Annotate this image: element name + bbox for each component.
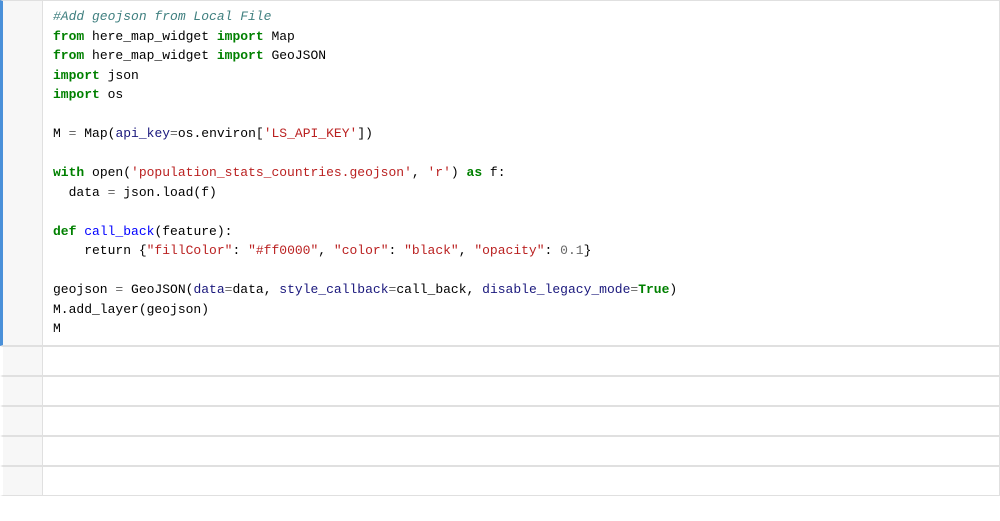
code-comment: #Add geojson from Local File bbox=[53, 9, 271, 24]
code-plain: data, bbox=[232, 282, 279, 297]
code-number: 0.1 bbox=[560, 243, 583, 258]
cell-body-3[interactable] bbox=[43, 377, 999, 405]
code-plain: open( bbox=[84, 165, 131, 180]
code-plain: here_map_widget bbox=[84, 48, 217, 63]
code-function: call_back bbox=[84, 224, 154, 239]
kw-import-1: import bbox=[217, 29, 264, 44]
code-plain: GeoJSON bbox=[264, 48, 326, 63]
code-string: "black" bbox=[404, 243, 459, 258]
code-cell-4[interactable] bbox=[0, 406, 1000, 436]
kw-from-1: from bbox=[53, 29, 84, 44]
code-plain: ) bbox=[451, 165, 467, 180]
code-string: 'r' bbox=[428, 165, 451, 180]
cell-body-1[interactable]: #Add geojson from Local File from here_m… bbox=[43, 1, 999, 345]
code-plain: M bbox=[53, 126, 69, 141]
code-cell-2[interactable] bbox=[0, 346, 1000, 376]
cell-gutter-5 bbox=[3, 437, 43, 465]
code-param: data bbox=[193, 282, 224, 297]
kw-import-4: import bbox=[53, 87, 100, 102]
cell-gutter-1 bbox=[3, 1, 43, 345]
code-plain: f: bbox=[482, 165, 505, 180]
cell-gutter-6 bbox=[3, 467, 43, 495]
code-plain: return { bbox=[53, 243, 147, 258]
notebook-container: #Add geojson from Local File from here_m… bbox=[0, 0, 1000, 521]
code-plain: geojson bbox=[53, 282, 115, 297]
code-operator: = bbox=[170, 126, 178, 141]
code-plain: ) bbox=[669, 282, 677, 297]
code-plain: : bbox=[232, 243, 248, 258]
code-cell-5[interactable] bbox=[0, 436, 1000, 466]
code-plain: , bbox=[459, 243, 475, 258]
code-string: "fillColor" bbox=[147, 243, 233, 258]
cell-body-5[interactable] bbox=[43, 437, 999, 465]
code-plain: os.environ[ bbox=[178, 126, 264, 141]
code-plain: (feature): bbox=[154, 224, 232, 239]
cell-body-6[interactable] bbox=[43, 467, 999, 495]
code-plain: , bbox=[318, 243, 334, 258]
code-plain: data bbox=[53, 185, 108, 200]
kw-from-2: from bbox=[53, 48, 84, 63]
code-cell-3[interactable] bbox=[0, 376, 1000, 406]
code-cell-1[interactable]: #Add geojson from Local File from here_m… bbox=[0, 0, 1000, 346]
code-plain: M.add_layer(geojson) bbox=[53, 302, 209, 317]
cell-gutter-4 bbox=[3, 407, 43, 435]
cell-body-2[interactable] bbox=[43, 347, 999, 375]
code-param: disable_legacy_mode bbox=[482, 282, 630, 297]
kw-def: def bbox=[53, 224, 76, 239]
code-plain: Map bbox=[264, 29, 295, 44]
code-plain: M bbox=[53, 321, 61, 336]
code-param: api_key bbox=[115, 126, 170, 141]
kw-as: as bbox=[467, 165, 483, 180]
code-string: "opacity" bbox=[474, 243, 544, 258]
cell-gutter-3 bbox=[3, 377, 43, 405]
code-plain: here_map_widget bbox=[84, 29, 217, 44]
code-plain: : bbox=[545, 243, 561, 258]
code-plain: json bbox=[100, 68, 139, 83]
cell-gutter-2 bbox=[3, 347, 43, 375]
code-param: style_callback bbox=[279, 282, 388, 297]
kw-with: with bbox=[53, 165, 84, 180]
code-plain: , bbox=[412, 165, 428, 180]
code-string: "color" bbox=[334, 243, 389, 258]
code-string: 'LS_API_KEY' bbox=[264, 126, 358, 141]
code-plain: call_back, bbox=[396, 282, 482, 297]
code-plain: GeoJSON( bbox=[123, 282, 193, 297]
code-plain: Map( bbox=[76, 126, 115, 141]
code-plain: os bbox=[100, 87, 123, 102]
code-plain: json.load(f) bbox=[115, 185, 216, 200]
code-plain: } bbox=[584, 243, 592, 258]
code-plain: ]) bbox=[357, 126, 373, 141]
cell-body-4[interactable] bbox=[43, 407, 999, 435]
kw-import-2: import bbox=[217, 48, 264, 63]
code-string: 'population_stats_countries.geojson' bbox=[131, 165, 412, 180]
code-boolean: True bbox=[638, 282, 669, 297]
code-cell-6[interactable] bbox=[0, 466, 1000, 496]
code-string: "#ff0000" bbox=[248, 243, 318, 258]
code-plain: : bbox=[389, 243, 405, 258]
kw-import-3: import bbox=[53, 68, 100, 83]
